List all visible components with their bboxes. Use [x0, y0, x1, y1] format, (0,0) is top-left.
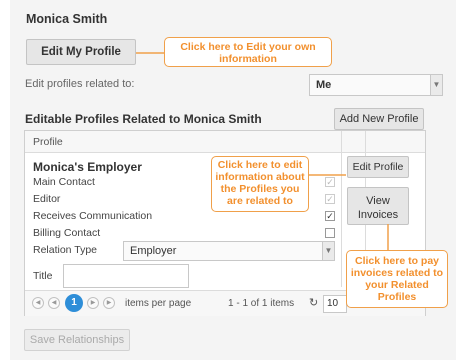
main-contact-checkbox[interactable]: ✓ [325, 177, 335, 187]
related-profiles-label: Edit profiles related to: [25, 78, 135, 90]
last-page-icon[interactable]: ▶ [103, 297, 115, 309]
editor-checkbox[interactable]: ✓ [325, 194, 335, 204]
current-page-button[interactable]: 1 [65, 294, 83, 312]
related-profile-select[interactable]: Me ▼ [309, 74, 443, 96]
checkmark-icon: ✓ [326, 211, 334, 221]
relation-type-value: Employer [130, 245, 177, 257]
main-contact-label: Main Contact [33, 176, 95, 188]
prev-page-icon[interactable]: ◀ [48, 297, 60, 309]
title-label: Title [33, 270, 53, 282]
pager-range-text: 1 - 1 of 1 items [228, 298, 295, 309]
dropdown-arrow-icon: ▼ [430, 75, 442, 95]
receives-communication-label: Receives Communication [33, 210, 153, 222]
related-profile-select-value: Me [316, 79, 332, 91]
save-relationships-button[interactable]: Save Relationships [24, 329, 130, 351]
billing-contact-label: Billing Contact [33, 227, 101, 239]
title-input[interactable] [63, 264, 189, 288]
edit-my-profile-button[interactable]: Edit My Profile [26, 39, 136, 65]
first-page-icon[interactable]: ◀ [32, 297, 44, 309]
edit-profile-button[interactable]: Edit Profile [347, 156, 409, 178]
receives-communication-checkbox[interactable]: ✓ [325, 211, 335, 221]
dropdown-arrow-icon: ▼ [322, 242, 334, 260]
items-per-page-label: items per page [125, 298, 192, 309]
page-size-select[interactable]: 10 [323, 295, 347, 313]
callout-pay-invoices: Click here to pay invoices related to yo… [346, 250, 448, 308]
checkmark-icon: ✓ [326, 194, 334, 204]
employer-name: Monica's Employer [33, 160, 142, 174]
billing-contact-checkbox[interactable] [325, 228, 335, 238]
column-divider [341, 131, 342, 287]
relation-type-label: Relation Type [33, 244, 98, 256]
user-name-heading: Monica Smith [26, 12, 108, 26]
checkmark-icon: ✓ [326, 177, 334, 187]
next-page-icon[interactable]: ▶ [87, 297, 99, 309]
view-invoices-button[interactable]: View Invoices [347, 187, 409, 225]
refresh-icon[interactable]: ↻ [309, 296, 318, 309]
callout-edit-own-profile: Click here to Edit your own information [164, 37, 332, 67]
add-new-profile-button[interactable]: Add New Profile [334, 108, 424, 130]
editor-label: Editor [33, 193, 61, 205]
relation-type-select[interactable]: Employer ▼ [123, 241, 335, 261]
section-title: Editable Profiles Related to Monica Smit… [25, 112, 262, 126]
callout-edit-related-profiles: Click here to edit information about the… [211, 156, 309, 212]
profile-column-header: Profile [33, 136, 63, 148]
